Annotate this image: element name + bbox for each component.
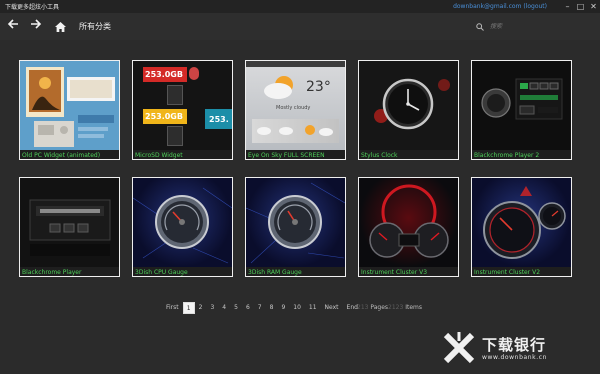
widget-card[interactable]: Instrument Cluster V3 [358,177,459,277]
widget-card[interactable]: Instrument Cluster V2 [471,177,572,277]
widget-title[interactable]: MicroSD Widget [135,151,183,160]
sd-capacity-text: 253.0GB [145,70,183,79]
widget-card[interactable]: Stylus Clock [358,60,459,160]
widget-title[interactable]: 3Dish RAM Gauge [248,268,302,277]
first-page-link[interactable]: First [162,302,183,314]
widget-title[interactable]: Stylus Clock [361,151,398,160]
page-link[interactable]: 9 [277,302,289,314]
pagination-summary: 213 Pages2123 Items [357,302,422,314]
widget-title[interactable]: Blackchrome Player 2 [474,151,539,160]
home-icon[interactable] [50,17,70,37]
close-icon[interactable]: ✕ [587,0,600,13]
widget-thumbnail [359,178,458,267]
page-link[interactable]: 10 [289,302,305,314]
widget-thumbnail: 23° Mostly cloudy [246,61,345,150]
widget-title[interactable]: Instrument Cluster V2 [474,268,540,277]
maximize-icon[interactable]: □ [574,0,587,13]
widget-thumbnail [359,61,458,150]
window-title: 下载更多超炫小工具 [5,4,60,11]
widget-title[interactable]: Eye On Sky FULL SCREEN [248,151,325,160]
page-link[interactable]: 5 [230,302,242,314]
page-link[interactable]: 7 [254,302,266,314]
widget-card[interactable]: Blackchrome Player 2 [471,60,572,160]
condition-text: Mostly cloudy [276,105,311,111]
widget-card[interactable]: 3Dish CPU Gauge [132,177,233,277]
toolbar: 所有分类 [0,13,600,40]
widget-card[interactable]: 3Dish RAM Gauge [245,177,346,277]
page-link[interactable]: 3 [206,302,218,314]
widget-thumbnail: 253.0GB 253.0GB 253. [133,61,232,150]
widget-title[interactable]: Instrument Cluster V3 [361,268,427,277]
widget-card[interactable]: 253.0GB 253.0GB 253. MicroSD Widget [132,60,233,160]
pages-word: Pages [370,304,389,311]
widget-title[interactable]: 3Dish CPU Gauge [135,268,188,277]
widget-title[interactable]: Old PC Widget (animated) [22,151,100,160]
widget-thumbnail [20,61,119,150]
logout-link[interactable]: (logout) [523,3,547,10]
next-page-link[interactable]: Next [321,302,343,314]
temperature-text: 23° [306,79,331,95]
widget-thumbnail [472,178,571,267]
minimize-icon[interactable]: – [561,0,574,13]
sd-capacity-text: 253. [209,115,229,124]
title-bar: 下载更多超炫小工具 downbank@gmail.com (logout) – … [0,0,600,13]
user-email: downbank@gmail.com [453,3,522,10]
items-word: Items [405,304,423,311]
page-link[interactable]: 4 [218,302,230,314]
widget-title[interactable]: Blackchrome Player [22,268,81,277]
widget-card[interactable]: Blackchrome Player [19,177,120,277]
items-count: 2123 [388,304,404,311]
page-link[interactable]: 11 [305,302,321,314]
search-input[interactable] [486,20,580,33]
widget-grid: Old PC Widget (animated) 253.0GB 253.0GB… [19,60,575,277]
watermark-brand: 下载银行 [482,335,547,354]
widget-thumbnail [20,178,119,267]
pagination: First 1 2 3 4 5 6 7 8 9 10 11 Next End [162,302,362,314]
pages-count: 213 [357,304,369,311]
user-info: downbank@gmail.com (logout) [453,3,547,10]
category-selector[interactable]: 所有分类 [79,21,111,32]
search-icon [474,21,486,33]
search-box[interactable] [474,20,586,34]
widget-card[interactable]: Old PC Widget (animated) [19,60,120,160]
page-link[interactable]: 2 [195,302,207,314]
watermark-url: www.downbank.cn [482,353,548,361]
back-arrow-icon[interactable] [3,17,23,37]
sd-capacity-text: 253.0GB [145,112,183,121]
page-link-current[interactable]: 1 [182,302,195,314]
watermark: 下载银行 www.downbank.cn [442,326,592,370]
page-link[interactable]: 8 [266,302,278,314]
page-link[interactable]: 6 [242,302,254,314]
forward-arrow-icon[interactable] [26,17,46,37]
widget-thumbnail [472,61,571,150]
watermark-logo-icon [443,332,475,364]
widget-thumbnail [246,178,345,267]
widget-card[interactable]: 23° Mostly cloudy Eye On Sky FULL SCREEN [245,60,346,160]
widget-thumbnail [133,178,232,267]
